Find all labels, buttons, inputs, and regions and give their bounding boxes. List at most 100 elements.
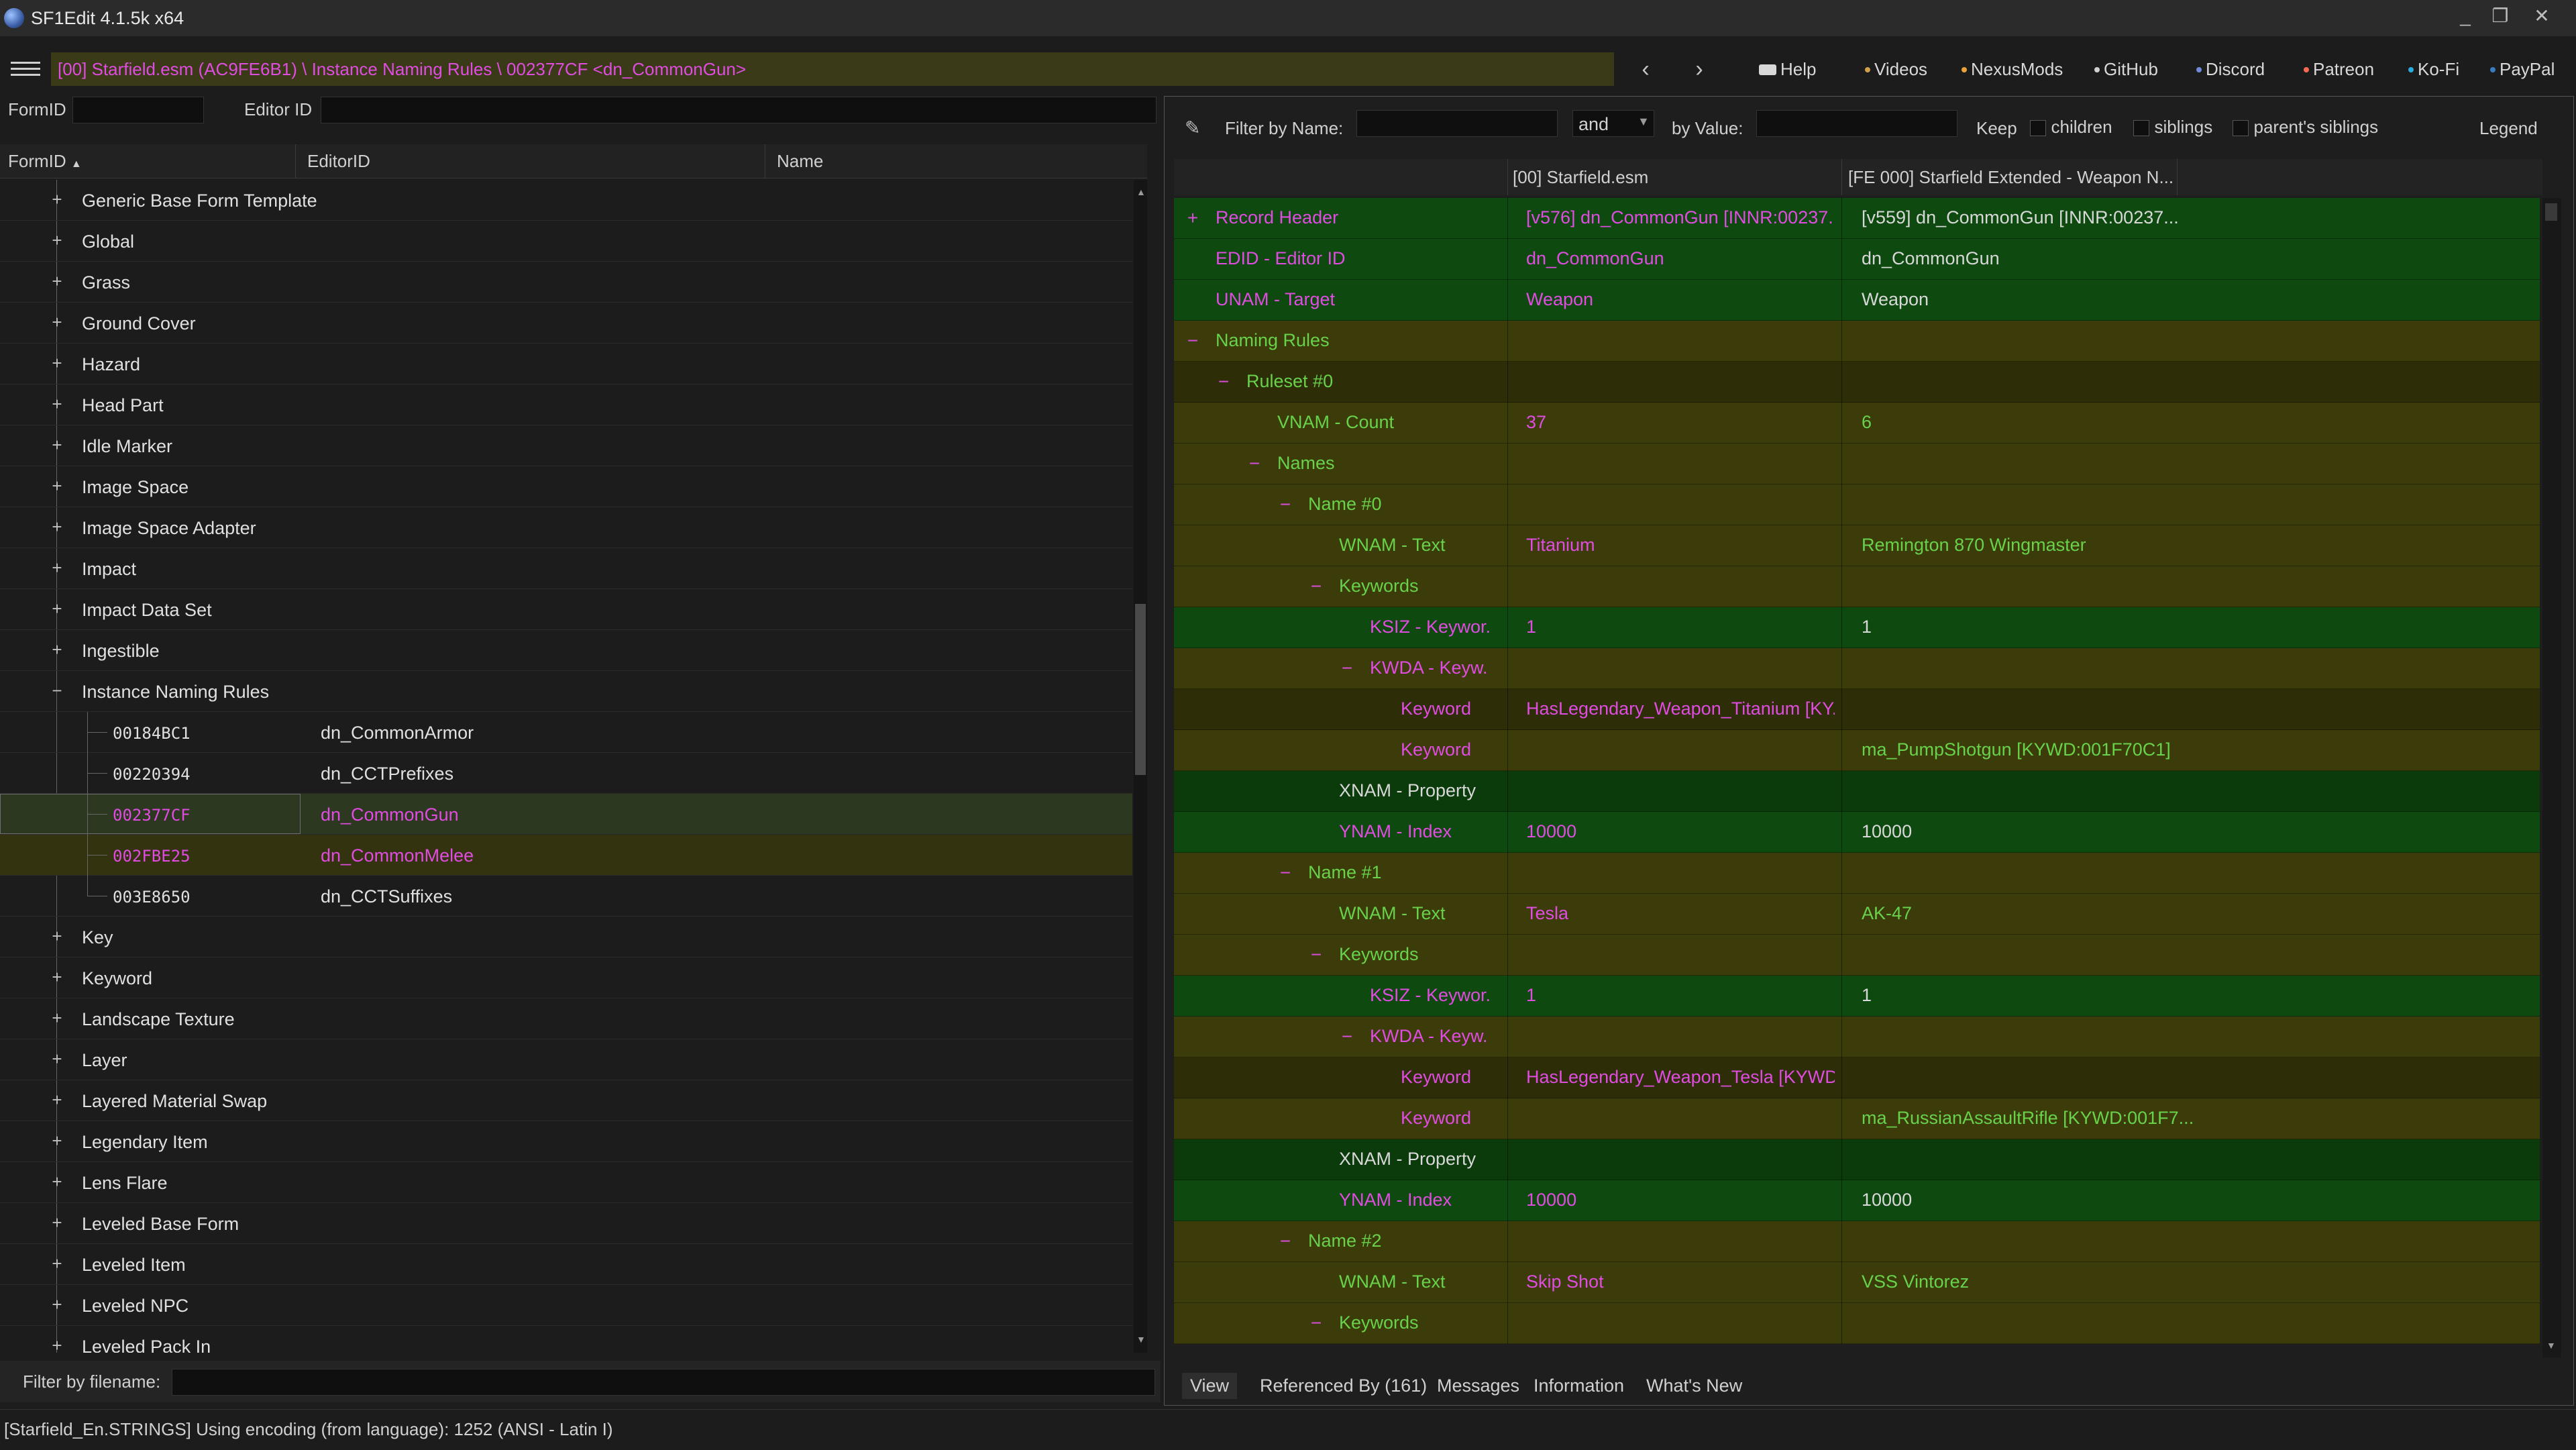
scroll-up-icon[interactable]: ▲ — [1136, 187, 1146, 197]
column-plugin-file[interactable]: [FE 000] Starfield Extended - Weapon N..… — [1848, 167, 2174, 188]
expand-icon[interactable]: + — [50, 191, 64, 208]
expand-icon[interactable]: + — [50, 600, 64, 617]
tree-record-row[interactable]: 00220394 dn_CCTPrefixes — [0, 753, 1132, 794]
record-field-row[interactable]: − Naming Rules — [1174, 321, 2540, 362]
collapse-icon[interactable]: − — [1246, 453, 1263, 474]
plugin-value[interactable]: VSS Vintorez — [1862, 1272, 2506, 1292]
expand-icon[interactable]: + — [50, 927, 64, 945]
expand-icon[interactable]: + — [50, 231, 64, 249]
tree-group-row[interactable]: + Ground Cover — [0, 303, 1132, 344]
record-field-row[interactable]: − KWDA - Keyw... — [1174, 1017, 2540, 1057]
expand-icon[interactable]: + — [50, 1337, 64, 1353]
column-formid[interactable]: FormID ▲ — [8, 151, 82, 172]
record-field-row[interactable]: − Keywords — [1174, 1303, 2540, 1344]
tree-group-row[interactable]: + Global — [0, 221, 1132, 262]
tree-record-row[interactable]: 002377CF dn_CommonGun — [0, 794, 1132, 835]
editorid-input[interactable] — [321, 97, 1157, 123]
collapse-icon[interactable]: − — [1277, 494, 1293, 515]
plugin-value[interactable]: 10000 — [1862, 821, 2506, 842]
record-field-row[interactable]: Keyword ma_PumpShotgun [KYWD:001F70C1] — [1174, 730, 2540, 771]
record-field-row[interactable]: KSIZ - Keywor... 1 1 — [1174, 607, 2540, 648]
record-field-row[interactable]: EDID - Editor ID dn_CommonGun dn_CommonGun — [1174, 239, 2540, 280]
expand-icon[interactable]: + — [50, 272, 64, 290]
tree-group-row[interactable]: + Idle Marker — [0, 425, 1132, 466]
tab-view[interactable]: View — [1182, 1373, 1238, 1399]
master-value[interactable]: Weapon — [1526, 289, 1835, 310]
column-name[interactable]: Name — [777, 151, 823, 172]
close-button[interactable]: ✕ — [2526, 3, 2557, 30]
column-master-file[interactable]: [00] Starfield.esm — [1513, 167, 1648, 188]
link-paypal[interactable]: PayPal — [2490, 59, 2555, 80]
collapse-icon[interactable]: − — [1308, 1312, 1324, 1334]
collapse-icon[interactable]: − — [1339, 1026, 1355, 1047]
link-nexusmods[interactable]: NexusMods — [1962, 59, 2063, 80]
record-field-row[interactable]: UNAM - Target Weapon Weapon — [1174, 280, 2540, 321]
tree-group-row[interactable]: + Grass — [0, 262, 1132, 303]
collapse-icon[interactable]: − — [1339, 658, 1355, 679]
tree-group-row[interactable]: + Leveled Base Form — [0, 1203, 1132, 1244]
tree-group-row[interactable]: + Hazard — [0, 344, 1132, 384]
master-value[interactable]: HasLegendary_Weapon_Tesla [KYWD... — [1526, 1067, 1835, 1088]
expand-icon[interactable]: + — [50, 477, 64, 495]
expand-icon[interactable]: + — [50, 518, 64, 535]
siblings-checkbox[interactable]: siblings — [2133, 117, 2212, 138]
tree-group-row[interactable]: + Leveled Item — [0, 1244, 1132, 1285]
record-field-row[interactable]: − Keywords — [1174, 935, 2540, 976]
tree-group-row[interactable]: + Layer — [0, 1039, 1132, 1080]
tree-scrollbar-thumb[interactable] — [1135, 604, 1146, 775]
tab-referenced-by-161[interactable]: Referenced By (161) — [1260, 1376, 1427, 1396]
record-field-row[interactable]: YNAM - Index 10000 10000 — [1174, 1180, 2540, 1221]
expand-icon[interactable]: + — [1185, 207, 1201, 229]
expand-icon[interactable]: + — [50, 1050, 64, 1068]
collapse-icon[interactable]: − — [1308, 576, 1324, 597]
tab-information[interactable]: Information — [1534, 1376, 1624, 1396]
master-value[interactable]: dn_CommonGun — [1526, 248, 1835, 269]
link-help[interactable]: Help — [1759, 59, 1816, 80]
master-value[interactable]: 1 — [1526, 617, 1835, 637]
plugin-value[interactable]: Remington 870 Wingmaster — [1862, 535, 2506, 556]
link-ko-fi[interactable]: Ko-Fi — [2408, 59, 2459, 80]
expand-icon[interactable]: + — [50, 559, 64, 576]
tree-group-row[interactable]: + Impact — [0, 548, 1132, 589]
expand-icon[interactable]: + — [50, 968, 64, 986]
tree-group-row[interactable]: + Image Space — [0, 466, 1132, 507]
pin-icon[interactable]: ✎ — [1185, 117, 1200, 139]
children-checkbox[interactable]: children — [2030, 117, 2112, 138]
record-field-row[interactable]: WNAM - Text Skip Shot VSS Vintorez — [1174, 1262, 2540, 1303]
plugin-value[interactable]: [v559] dn_CommonGun [INNR:00237... — [1862, 207, 2506, 228]
tab-what-s-new[interactable]: What's New — [1646, 1376, 1742, 1396]
expand-icon[interactable]: + — [50, 1214, 64, 1231]
expand-icon[interactable]: + — [50, 641, 64, 658]
collapse-icon[interactable]: − — [50, 682, 64, 699]
master-value[interactable]: [v576] dn_CommonGun [INNR:00237... — [1526, 207, 1835, 228]
record-field-row[interactable]: − Names — [1174, 444, 2540, 484]
back-button[interactable]: ‹ — [1629, 52, 1662, 86]
tree-group-row[interactable]: + Keyword — [0, 957, 1132, 998]
expand-icon[interactable]: + — [50, 1173, 64, 1190]
record-field-row[interactable]: − Keywords — [1174, 566, 2540, 607]
tree-group-row[interactable]: − Instance Naming Rules — [0, 671, 1132, 712]
expand-icon[interactable]: + — [50, 1132, 64, 1149]
tree-group-row[interactable]: + Generic Base Form Template — [0, 180, 1132, 221]
plugin-value[interactable]: dn_CommonGun — [1862, 248, 2506, 269]
record-field-row[interactable]: WNAM - Text Titanium Remington 870 Wingmas… — [1174, 525, 2540, 566]
collapse-icon[interactable]: − — [1277, 1231, 1293, 1252]
tree-group-row[interactable]: + Key — [0, 917, 1132, 957]
forward-button[interactable]: › — [1682, 52, 1716, 86]
expand-icon[interactable]: + — [50, 395, 64, 413]
link-patreon[interactable]: Patreon — [2304, 59, 2374, 80]
master-value[interactable]: 1 — [1526, 985, 1835, 1006]
record-field-row[interactable]: − Name #0 — [1174, 484, 2540, 525]
collapse-icon[interactable]: − — [1308, 944, 1324, 966]
collapse-icon[interactable]: − — [1216, 371, 1232, 393]
record-field-row[interactable]: XNAM - Property — [1174, 1139, 2540, 1180]
tab-messages[interactable]: Messages — [1437, 1376, 1519, 1396]
expand-icon[interactable]: + — [50, 313, 64, 331]
master-value[interactable]: Skip Shot — [1526, 1272, 1835, 1292]
master-value[interactable]: 10000 — [1526, 821, 1835, 842]
tree-group-row[interactable]: + Leveled Pack In — [0, 1326, 1132, 1353]
tree-record-row[interactable]: 002FBE25 dn_CommonMelee — [0, 835, 1132, 876]
record-scrollbar-thumb[interactable] — [2545, 203, 2557, 221]
expand-icon[interactable]: + — [50, 1009, 64, 1027]
plugin-value[interactable]: ma_PumpShotgun [KYWD:001F70C1] — [1862, 739, 2506, 760]
